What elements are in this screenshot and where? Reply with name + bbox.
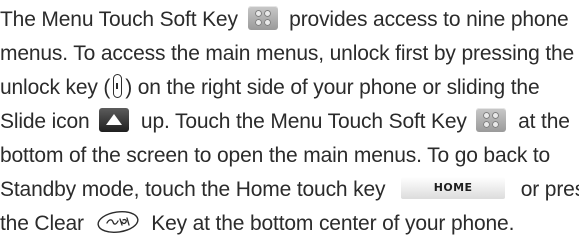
text-line: Standby mode, touch the Home touch key H… — [0, 173, 579, 207]
text-segment: provides access to nine phone — [283, 8, 569, 31]
text-segment: menus. To access the main menus, unlock … — [0, 42, 575, 65]
menu-soft-key-icon — [247, 6, 278, 31]
text-segment: or press — [520, 178, 579, 201]
text-segment: Standby mode, touch the Home touch key — [0, 178, 392, 201]
text-segment: ) on the right side of your phone or sli… — [125, 76, 540, 99]
text-segment: The Menu Touch Soft Key — [0, 8, 244, 31]
menu-soft-key-icon — [476, 108, 507, 133]
text-line: The Menu Touch Soft Key provides access … — [0, 3, 569, 37]
text-line: unlock key ( ) on the right side of your … — [0, 71, 540, 105]
text-line: bottom of the screen to open the main me… — [0, 139, 550, 173]
text-segment: Slide icon — [0, 110, 96, 133]
text-segment: at the — [512, 110, 570, 133]
text-segment: up. Touch the Menu Touch Soft Key — [135, 110, 473, 133]
home-touch-key: HOME — [401, 177, 506, 200]
slide-icon — [99, 108, 130, 133]
text-line: menus. To access the main menus, unlock … — [0, 37, 574, 71]
text-segment: bottom of the screen to open the main me… — [0, 144, 551, 167]
document-paragraph: The Menu Touch Soft Key provides access … — [0, 0, 579, 241]
text-segment: Key at the bottom center of your phone. — [145, 212, 515, 235]
text-segment: unlock key ( — [0, 76, 111, 99]
text-segment: the Clear — [0, 212, 90, 235]
text-line: the Clear Key at the bottom center of yo… — [0, 207, 514, 241]
clear-key-icon — [96, 210, 140, 234]
unlock-key-icon — [113, 74, 123, 99]
text-line: Slide icon up. Touch the Menu Touch Soft… — [0, 105, 570, 139]
